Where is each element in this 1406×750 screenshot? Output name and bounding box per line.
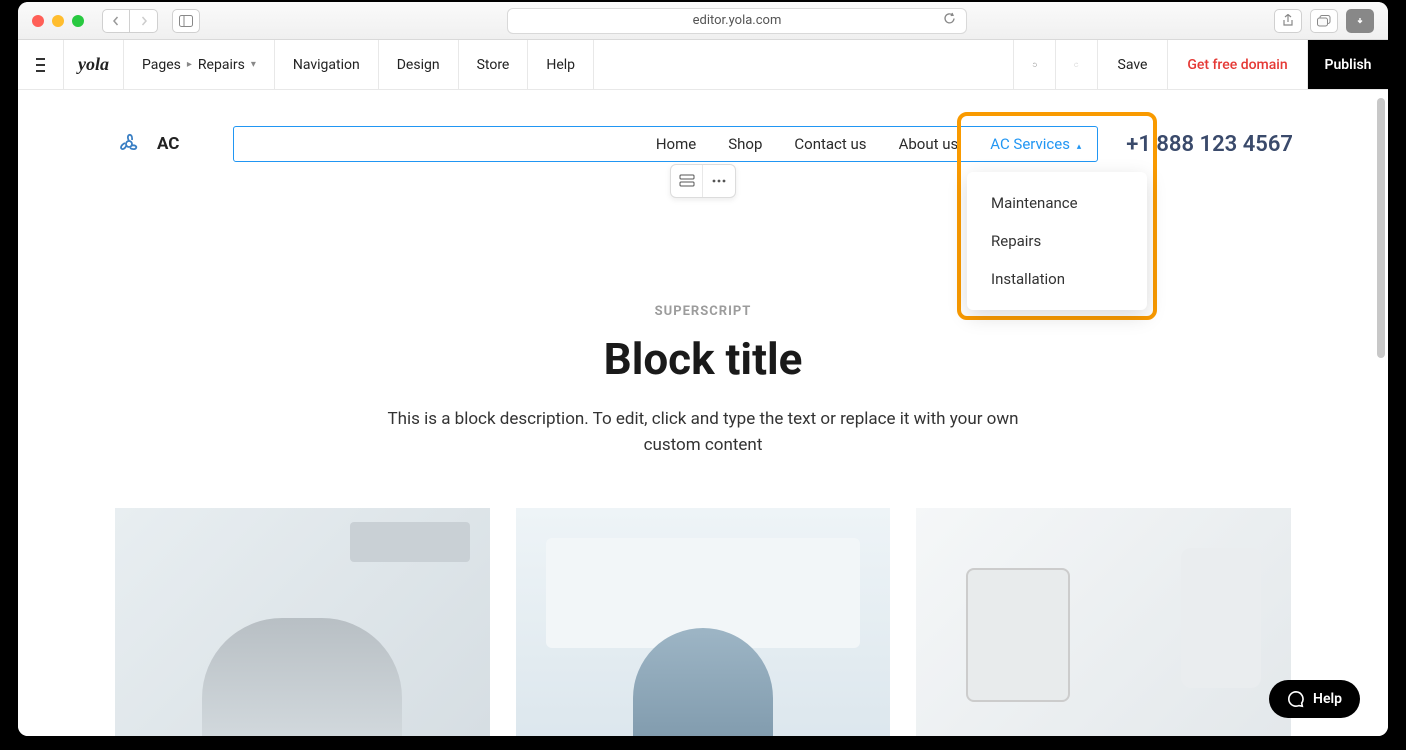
services-dropdown: Maintenance Repairs Installation <box>967 172 1147 310</box>
save-button[interactable]: Save <box>1098 40 1168 89</box>
content-area: Maintenance Repairs Installation <box>18 90 1388 736</box>
browser-chrome: editor.yola.com <box>18 2 1388 40</box>
downloads-button[interactable] <box>1346 9 1374 33</box>
traffic-lights <box>32 15 84 27</box>
help-chat-button[interactable]: Help <box>1269 680 1360 718</box>
pages-label: Pages <box>142 57 181 73</box>
dropdown-item-maintenance[interactable]: Maintenance <box>967 184 1147 222</box>
chat-icon <box>1287 690 1305 708</box>
dropdown-item-installation[interactable]: Installation <box>967 260 1147 298</box>
nav-home[interactable]: Home <box>656 135 696 153</box>
card-image-1[interactable] <box>115 508 490 736</box>
pages-breadcrumb[interactable]: Pages ▸ Repairs ▾ <box>124 40 275 89</box>
chrome-right-icons <box>1274 9 1374 33</box>
get-domain-button[interactable]: Get free domain <box>1168 40 1308 89</box>
sidebar-toggle-button[interactable] <box>172 9 200 33</box>
forward-button[interactable] <box>130 9 158 33</box>
site-canvas: Maintenance Repairs Installation <box>113 90 1293 736</box>
url-text: editor.yola.com <box>693 13 782 28</box>
publish-button[interactable]: Publish <box>1308 40 1388 89</box>
block-title[interactable]: Block title <box>153 333 1253 385</box>
hero-block[interactable]: SUPERSCRIPT Block title This is a block … <box>113 304 1293 458</box>
chevron-down-icon: ▾ <box>251 59 256 70</box>
more-options-button[interactable] <box>703 165 735 197</box>
fan-icon <box>113 128 145 160</box>
nav-contact[interactable]: Contact us <box>794 135 866 153</box>
block-controls <box>670 164 736 198</box>
help-chat-label: Help <box>1313 691 1342 707</box>
redo-button[interactable] <box>1056 40 1098 89</box>
card-image-3[interactable] <box>916 508 1291 736</box>
menu-button[interactable] <box>18 40 64 89</box>
dropdown-item-repairs[interactable]: Repairs <box>967 222 1147 260</box>
close-window-button[interactable] <box>32 15 44 27</box>
maximize-window-button[interactable] <box>72 15 84 27</box>
refresh-icon[interactable] <box>943 12 956 29</box>
toolbar-spacer <box>594 40 1014 89</box>
url-bar[interactable]: editor.yola.com <box>507 8 967 34</box>
nav-about[interactable]: About us <box>899 135 959 153</box>
editor-toolbar: yola Pages ▸ Repairs ▾ Navigation Design… <box>18 40 1388 90</box>
undo-button[interactable] <box>1014 40 1056 89</box>
scrollbar-thumb[interactable] <box>1377 98 1385 358</box>
card-image-2[interactable] <box>516 508 891 736</box>
browser-window: editor.yola.com yola Pages ▸ Repai <box>18 2 1388 736</box>
chevron-right-icon: ▸ <box>187 59 192 70</box>
help-tab[interactable]: Help <box>528 40 594 89</box>
tabs-button[interactable] <box>1310 9 1338 33</box>
share-button[interactable] <box>1274 9 1302 33</box>
back-button[interactable] <box>102 9 130 33</box>
hamburger-icon <box>36 58 45 72</box>
minimize-window-button[interactable] <box>52 15 64 27</box>
current-page-label: Repairs <box>198 57 245 73</box>
design-tab[interactable]: Design <box>379 40 459 89</box>
highlight-annotation: Maintenance Repairs Installation <box>957 112 1157 320</box>
cards-row <box>113 508 1293 736</box>
layout-icon-button[interactable] <box>671 165 703 197</box>
nav-back-forward <box>102 9 158 33</box>
navigation-tab[interactable]: Navigation <box>275 40 379 89</box>
store-tab[interactable]: Store <box>459 40 529 89</box>
block-description[interactable]: This is a block description. To edit, cl… <box>383 407 1023 458</box>
yola-logo[interactable]: yola <box>64 40 124 89</box>
scrollbar[interactable] <box>1376 94 1386 732</box>
nav-shop[interactable]: Shop <box>728 135 762 153</box>
site-logo[interactable]: AC <box>113 128 233 160</box>
site-logo-text: AC <box>157 134 179 154</box>
